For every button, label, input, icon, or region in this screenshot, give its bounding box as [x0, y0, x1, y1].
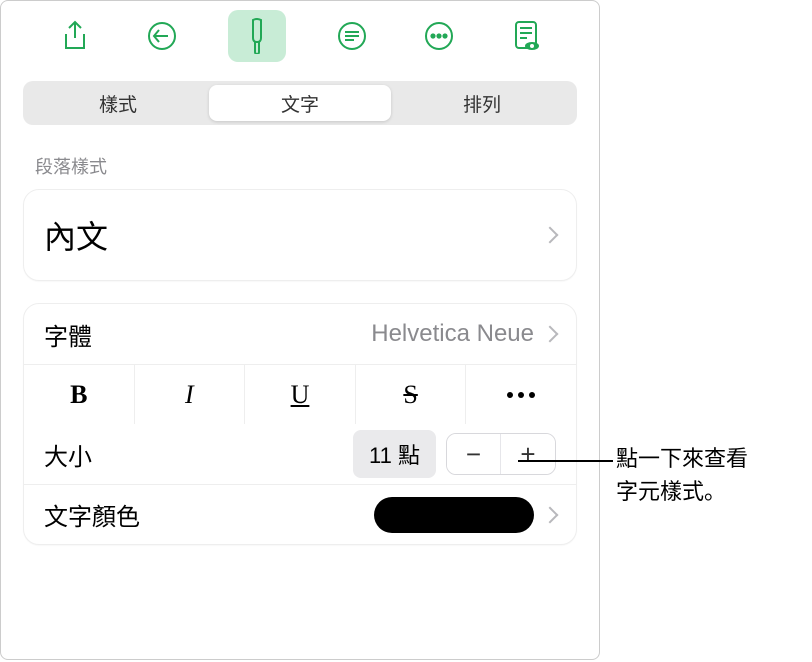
undo-icon [146, 20, 178, 52]
format-buttons-row: B I U S [24, 364, 576, 424]
share-icon [61, 20, 89, 52]
font-label: 字體 [44, 317, 92, 352]
tab-arrange[interactable]: 排列 [391, 85, 573, 121]
text-lines-icon [336, 20, 368, 52]
bold-button[interactable]: B [24, 365, 135, 424]
top-toolbar [1, 1, 599, 71]
paragraph-style-name: 內文 [44, 212, 108, 258]
size-stepper: − + [446, 433, 556, 475]
format-brush-button[interactable] [228, 10, 286, 62]
text-color-label: 文字顏色 [44, 497, 140, 532]
more-dots-icon [507, 392, 535, 398]
underline-button[interactable]: U [245, 365, 356, 424]
size-label: 大小 [44, 437, 92, 472]
size-value[interactable]: 11 點 [353, 430, 436, 478]
more-button[interactable] [418, 15, 460, 57]
text-color-swatch [374, 497, 534, 533]
tab-style[interactable]: 樣式 [27, 85, 209, 121]
view-button[interactable] [505, 15, 547, 57]
text-color-row[interactable]: 文字顏色 [24, 484, 576, 544]
tab-text[interactable]: 文字 [209, 85, 391, 121]
paragraph-style-label: 段落樣式 [35, 153, 599, 179]
callout-leader-line [518, 460, 613, 462]
share-button[interactable] [54, 15, 96, 57]
chevron-right-icon [542, 326, 559, 343]
format-panel: 樣式 文字 排列 段落樣式 內文 字體 Helvetica Neue B I U… [0, 0, 600, 660]
paragraph-style-card: 內文 [23, 189, 577, 281]
more-circle-icon [423, 20, 455, 52]
strikethrough-button[interactable]: S [356, 365, 467, 424]
format-tabs: 樣式 文字 排列 [23, 81, 577, 125]
italic-button[interactable]: I [135, 365, 246, 424]
size-row: 大小 11 點 − + [24, 424, 576, 484]
brush-icon [242, 18, 272, 54]
chevron-right-icon [542, 227, 559, 244]
size-decrease-button[interactable]: − [447, 434, 501, 474]
paragraph-style-row[interactable]: 內文 [24, 190, 576, 280]
chevron-right-icon [542, 506, 559, 523]
more-text-options-button[interactable] [466, 365, 576, 424]
callout-text: 點一下來查看 字元樣式。 [616, 442, 748, 508]
font-row[interactable]: 字體 Helvetica Neue [24, 304, 576, 364]
undo-button[interactable] [141, 15, 183, 57]
comment-button[interactable] [331, 15, 373, 57]
text-format-card: 字體 Helvetica Neue B I U S 大小 11 點 − + [23, 303, 577, 545]
size-increase-button[interactable]: + [501, 434, 555, 474]
page-notes-icon [511, 19, 541, 53]
font-value: Helvetica Neue [371, 320, 534, 348]
